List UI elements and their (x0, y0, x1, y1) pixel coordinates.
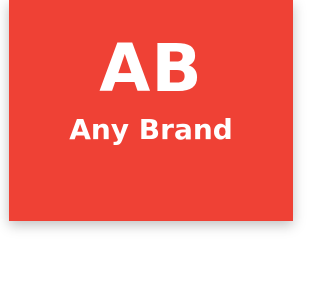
brand-logo-tile: AB Any Brand (9, 0, 293, 221)
brand-monogram: AB (99, 30, 203, 107)
canvas: AB Any Brand (0, 0, 293, 290)
brand-name: Any Brand (69, 113, 233, 146)
